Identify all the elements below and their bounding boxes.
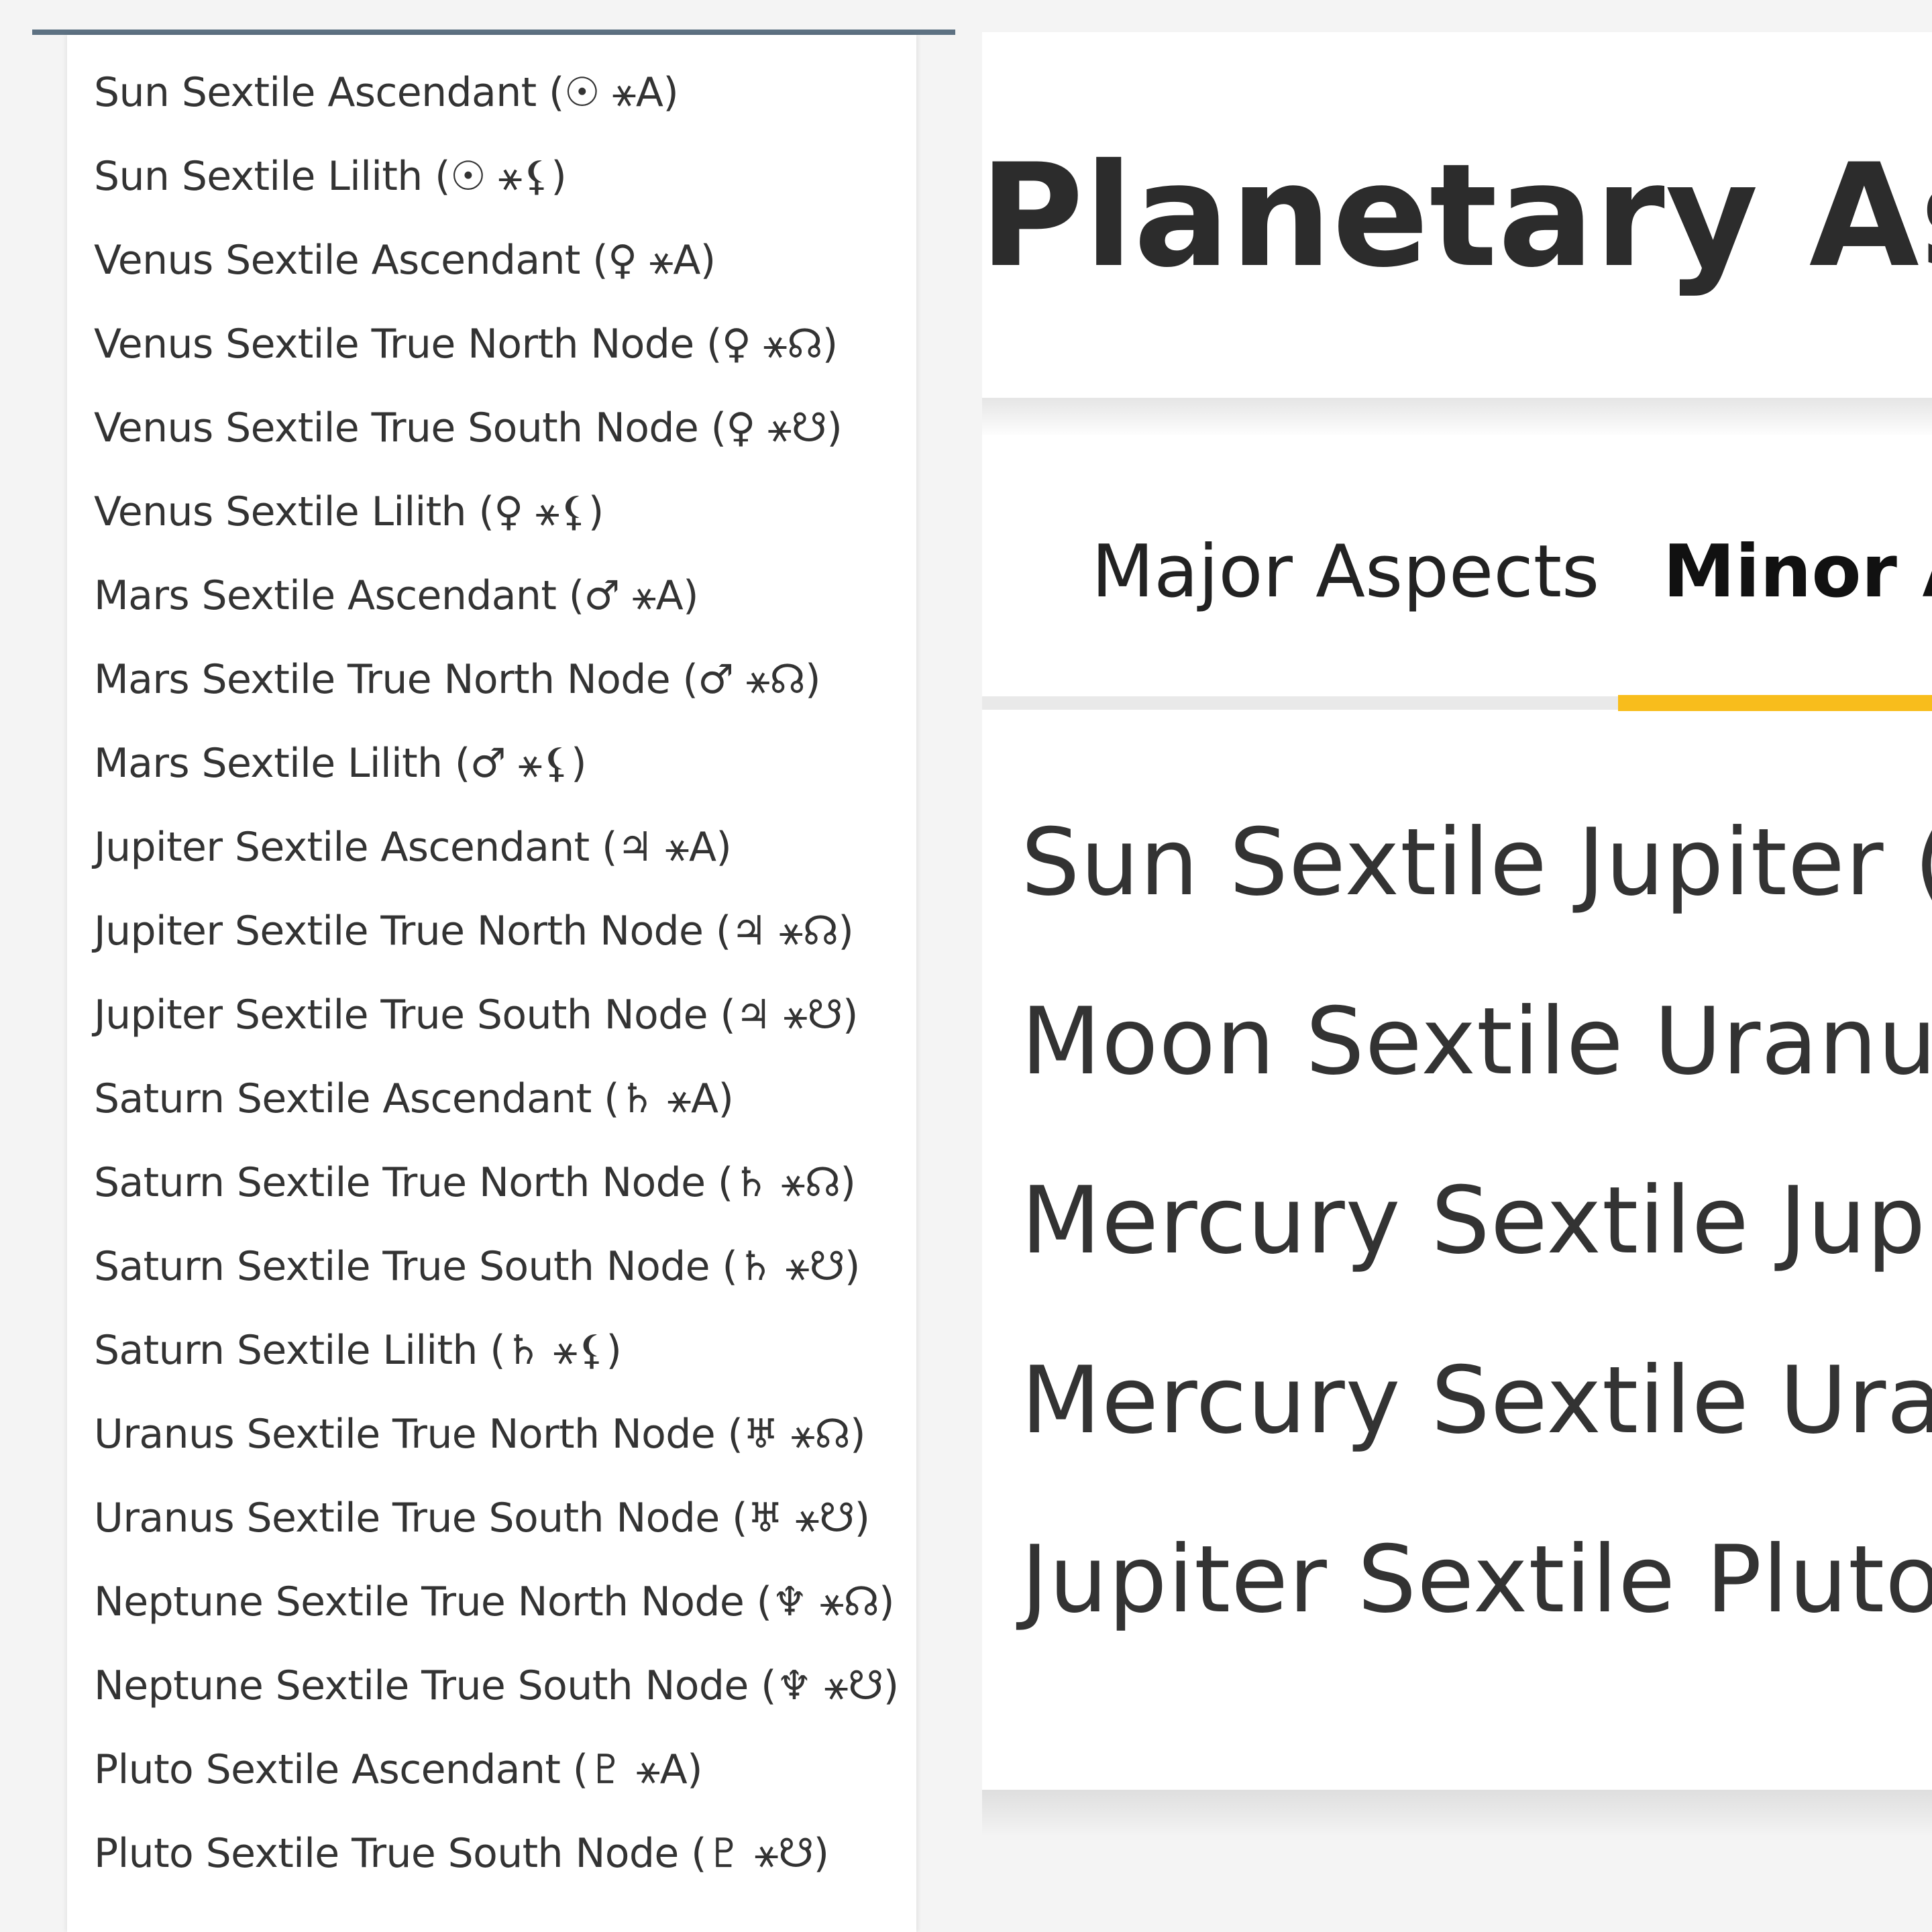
list-item[interactable]: Jupiter Sextile True South Node (♃ ⚹☋): [94, 985, 858, 1045]
list-item[interactable]: Venus Sextile Lilith (♀ ⚹⚸): [94, 482, 604, 542]
list-item[interactable]: Pluto Sextile True South Node (♇ ⚹☋): [94, 1823, 829, 1884]
list-item[interactable]: Saturn Sextile Lilith (♄ ⚹⚸): [94, 1320, 622, 1381]
list-item[interactable]: Pluto Sextile Ascendant (♇ ⚹A): [94, 1739, 703, 1800]
list-item[interactable]: Mars Sextile True North Node (♂ ⚹☊): [94, 649, 820, 710]
list-item[interactable]: Neptune Sextile True North Node (♆ ⚹☊): [94, 1572, 895, 1632]
list-item[interactable]: Moon Sextile Uranus (☽: [1021, 988, 1932, 1095]
list-item[interactable]: Venus Sextile True South Node (♀ ⚹☋): [94, 398, 843, 458]
right-panel: Planetary Aspec Major Aspects Minor As S…: [955, 0, 1932, 1932]
list-item[interactable]: Sun Sextile Lilith (☉ ⚹⚸): [94, 146, 567, 207]
list-item[interactable]: Jupiter Sextile True North Node (♃ ⚹☊): [94, 901, 854, 961]
list-item[interactable]: Venus Sextile Ascendant (♀ ⚹A): [94, 230, 716, 290]
list-item[interactable]: Saturn Sextile Ascendant (♄ ⚹A): [94, 1069, 734, 1129]
list-item[interactable]: Mercury Sextile Jupiter: [1021, 1167, 1932, 1275]
list-item[interactable]: Saturn Sextile True North Node (♄ ⚹☊): [94, 1152, 856, 1213]
aspects-page: Planetary Aspec Major Aspects Minor As S…: [982, 32, 1932, 1932]
active-tab-indicator: [1618, 695, 1932, 711]
list-item[interactable]: Mars Sextile Lilith (♂ ⚹⚸): [94, 733, 587, 794]
list-bottom-shadow: [982, 1790, 1932, 1837]
list-item[interactable]: Uranus Sextile True South Node (♅ ⚹☋): [94, 1488, 870, 1548]
list-item[interactable]: Jupiter Sextile Ascendant (♃ ⚹A): [94, 817, 732, 877]
tab-major-aspects[interactable]: Major Aspects: [1091, 529, 1599, 616]
left-panel: Sun Sextile Ascendant (☉ ⚹A) Sun Sextile…: [0, 0, 955, 1932]
list-item[interactable]: Mercury Sextile Uranus: [1021, 1347, 1932, 1454]
list-item[interactable]: Sun Sextile Jupiter (☉ ⚹: [1021, 809, 1932, 916]
list-item[interactable]: Saturn Sextile True South Node (♄ ⚹☋): [94, 1236, 860, 1297]
list-item[interactable]: Neptune Sextile True South Node (♆ ⚹☋): [94, 1656, 899, 1716]
list-item[interactable]: Uranus Sextile True North Node (♅ ⚹☊): [94, 1404, 865, 1464]
list-item[interactable]: Mars Sextile Ascendant (♂ ⚹A): [94, 566, 698, 626]
top-bar: [32, 30, 955, 35]
list-item[interactable]: Jupiter Sextile Pluto (♃: [1021, 1526, 1932, 1633]
header-shadow: [982, 398, 1932, 438]
list-item[interactable]: Sun Sextile Ascendant (☉ ⚹A): [94, 62, 679, 123]
tab-bar: Major Aspects Minor As: [982, 435, 1932, 700]
tab-minor-aspects[interactable]: Minor As: [1663, 529, 1932, 616]
page-title: Planetary Aspec: [982, 133, 1932, 299]
list-item[interactable]: Venus Sextile True North Node (♀ ⚹☊): [94, 314, 838, 374]
